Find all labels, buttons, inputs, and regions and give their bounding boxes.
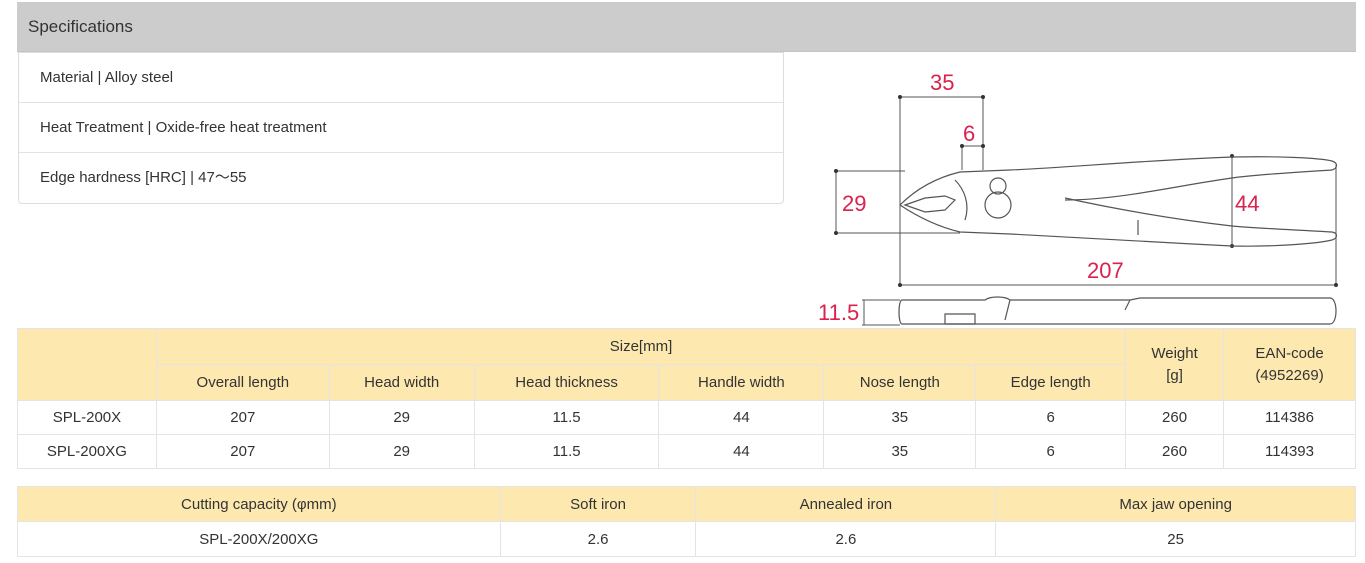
ean-header: EAN-code (4952269)	[1223, 328, 1356, 401]
cell-nose-length: 35	[823, 434, 977, 469]
cell-head-width: 29	[328, 434, 475, 469]
cell-head-thickness: 11.5	[473, 400, 660, 435]
cell-soft-iron: 2.6	[499, 521, 697, 557]
spec-edge-hardness: Edge hardness [HRC] | 47～55	[40, 169, 247, 186]
ean-header-line2: (4952269)	[1255, 366, 1324, 384]
spec-card: Material | Alloy steel Heat Treatment | …	[18, 52, 784, 204]
pliers-dimension-diagram: 35 6 29 44 207 11.5	[800, 52, 1360, 332]
col-head-thickness: Head thickness	[473, 364, 660, 401]
dim-edge-length: 6	[963, 121, 975, 146]
cell-annealed-iron: 2.6	[695, 521, 997, 557]
dim-head-thickness: 11.5	[818, 300, 859, 325]
cell-weight: 260	[1125, 434, 1225, 469]
cell-model: SPL-200X	[17, 400, 157, 435]
col-cutting-capacity: Cutting capacity (φmm)	[17, 486, 501, 522]
cell-handle-width: 44	[658, 434, 825, 469]
cell-head-thickness: 11.5	[473, 434, 660, 469]
cell-ean: 114393	[1223, 434, 1356, 469]
cell-model: SPL-200XG	[17, 434, 157, 469]
cell-edge-length: 6	[975, 400, 1127, 435]
col-annealed-iron: Annealed iron	[695, 486, 997, 522]
ean-header-line1: EAN-code	[1255, 344, 1324, 362]
cutting-capacity-table: Cutting capacity (φmm) Soft iron Anneale…	[17, 486, 1356, 557]
section-title: Specifications	[28, 17, 133, 36]
dim-nose-length: 35	[930, 70, 954, 95]
spec-material: Material | Alloy steel	[19, 53, 783, 103]
dim-head-width: 29	[842, 191, 866, 216]
size-table: Size[mm] Weight [g] EAN-code (4952269) O…	[17, 328, 1356, 469]
col-edge-length: Edge length	[975, 364, 1127, 401]
section-header: Specifications	[17, 2, 1356, 52]
cell-max-jaw-opening: 25	[995, 521, 1356, 557]
cell-weight: 260	[1125, 400, 1225, 435]
cell-overall-length: 207	[155, 400, 330, 435]
model-header-cell	[17, 328, 157, 401]
cell-ean: 114386	[1223, 400, 1356, 435]
cell-handle-width: 44	[658, 400, 825, 435]
cell-nose-length: 35	[823, 400, 977, 435]
col-soft-iron: Soft iron	[499, 486, 697, 522]
weight-header-line2: [g]	[1166, 366, 1183, 384]
table-row: SPL-200X 207 29 11.5 44 35 6 260 114386	[17, 400, 1356, 435]
weight-header: Weight [g]	[1125, 328, 1225, 401]
table-row: SPL-200X/200XG 2.6 2.6 25	[17, 521, 1356, 557]
col-max-jaw-opening: Max jaw opening	[995, 486, 1356, 522]
size-group-header: Size[mm]	[155, 328, 1127, 365]
cell-edge-length: 6	[975, 434, 1127, 469]
cell-head-width: 29	[328, 400, 475, 435]
table-row: SPL-200XG 207 29 11.5 44 35 6 260 114393	[17, 434, 1356, 469]
cell-overall-length: 207	[155, 434, 330, 469]
col-nose-length: Nose length	[823, 364, 977, 401]
dim-overall-length: 207	[1087, 258, 1124, 283]
col-overall-length: Overall length	[155, 364, 330, 401]
col-head-width: Head width	[328, 364, 475, 401]
col-handle-width: Handle width	[658, 364, 825, 401]
spec-heat-treatment: Heat Treatment | Oxide-free heat treatme…	[19, 103, 783, 153]
cell-model: SPL-200X/200XG	[17, 521, 501, 557]
dim-handle-width: 44	[1235, 191, 1259, 216]
weight-header-line1: Weight	[1151, 344, 1198, 362]
